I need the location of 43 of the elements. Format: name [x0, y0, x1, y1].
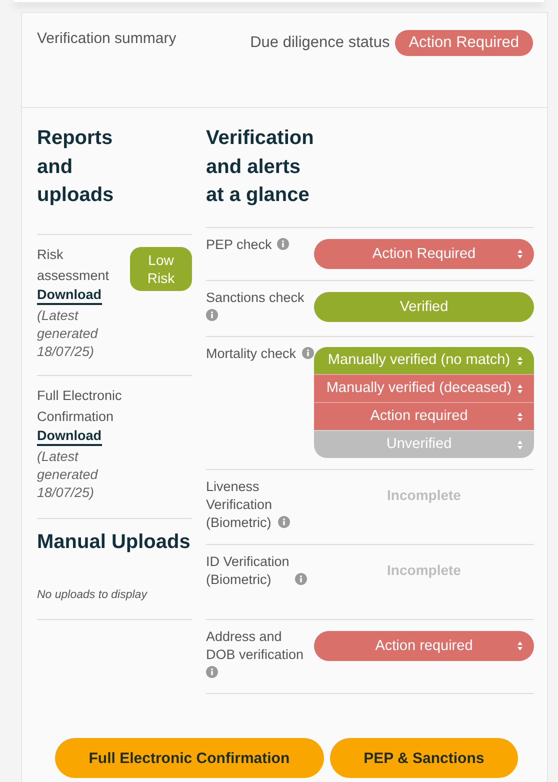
check-label: PEP check [206, 236, 273, 254]
status-dropdown[interactable]: Action required [314, 631, 534, 661]
sort-caret-icon [517, 249, 523, 259]
check-label: Mortality check [206, 345, 298, 363]
status-badge: Action Required [394, 30, 533, 56]
status-dropdown[interactable]: Manually verified (deceased) [314, 374, 534, 402]
sort-caret-icon [517, 641, 523, 651]
status-text: Incomplete [386, 486, 462, 505]
info-icon[interactable] [302, 347, 314, 359]
status-dropdown[interactable]: Unverified [314, 430, 534, 458]
check-label: Sanctions check [206, 289, 306, 307]
generated-note: (Latest generated 18/07/25) [37, 448, 99, 502]
section-title: Verification summary [37, 30, 176, 47]
report-label: Full Electronic Confirmation [37, 387, 123, 426]
section-heading: Reports and uploads [37, 126, 115, 208]
status-text: Incomplete [386, 561, 462, 580]
section-heading: Manual Uploads [37, 518, 192, 556]
info-icon[interactable] [206, 309, 218, 321]
check-label: Liveness Verification (Biometric) [206, 478, 274, 532]
sort-caret-icon [517, 440, 523, 450]
status-badge: Verified [314, 292, 534, 322]
empty-message: No uploads to display [37, 586, 192, 620]
info-icon[interactable] [295, 573, 307, 585]
status-dropdown[interactable]: Action Required [314, 239, 534, 269]
status-dropdown[interactable]: Action required [314, 402, 534, 430]
status-label: Due diligence status [250, 34, 390, 52]
info-icon[interactable] [278, 516, 290, 528]
info-icon[interactable] [277, 238, 289, 250]
status-dropdown[interactable]: Manually verified (no match) [314, 347, 534, 374]
report-label: Risk assessment [37, 246, 110, 285]
risk-badge: Low Risk [130, 247, 192, 291]
check-label: ID Verification (Biometric) [206, 553, 290, 589]
sort-caret-icon [517, 412, 523, 422]
download-link[interactable]: Download [37, 287, 102, 305]
sort-caret-icon [517, 356, 523, 366]
sort-caret-icon [517, 384, 523, 394]
check-label: Address and DOB verification [206, 628, 305, 664]
info-icon[interactable] [206, 666, 218, 678]
report-button[interactable]: PEP & Sanctions [330, 738, 518, 778]
report-button[interactable]: Full Electronic Confirmation [54, 738, 324, 778]
section-heading: Verification and alerts at a glance [206, 126, 315, 208]
generated-note: (Latest generated 18/07/25) [37, 307, 99, 361]
download-link[interactable]: Download [37, 428, 102, 446]
